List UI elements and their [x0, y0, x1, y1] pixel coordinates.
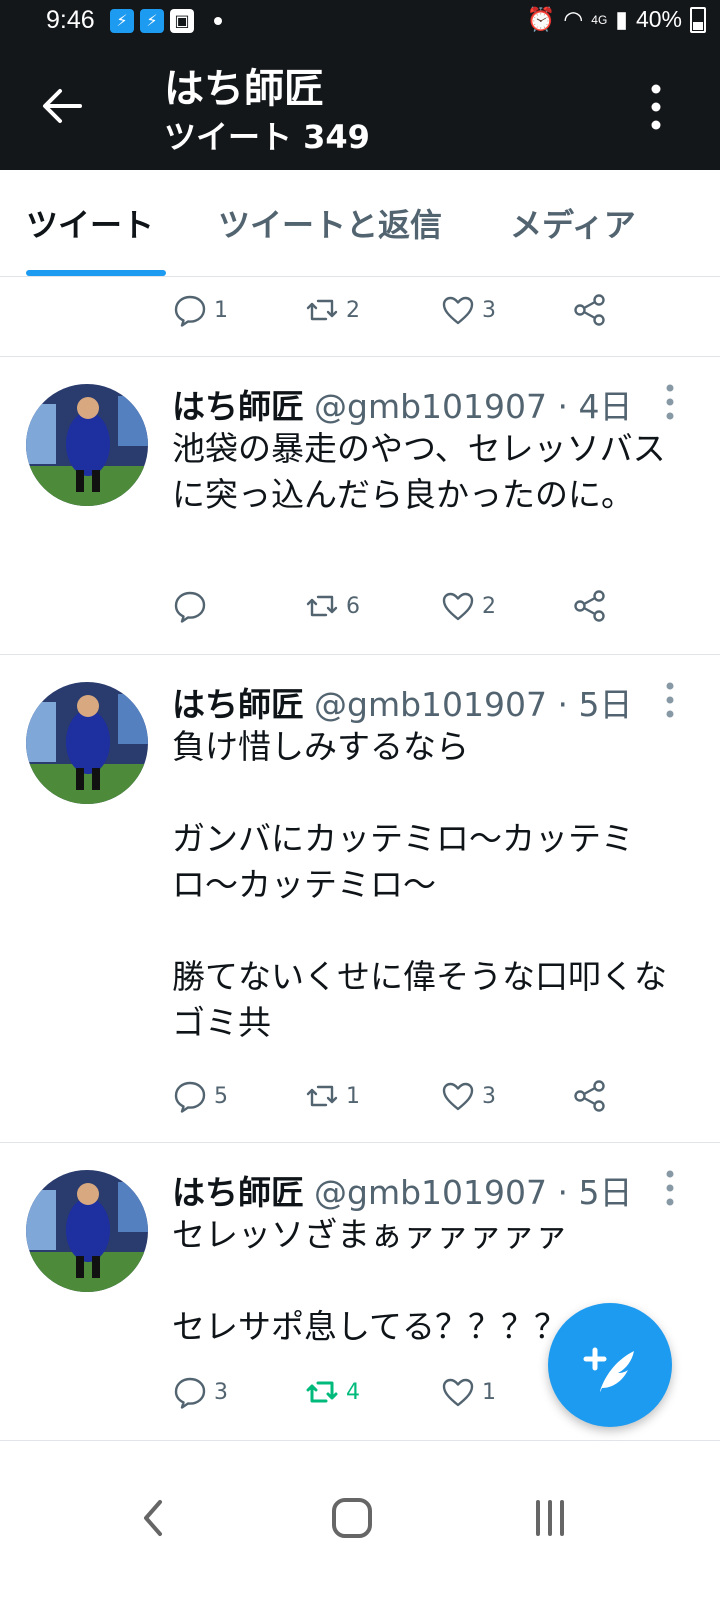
- retweet-icon: [306, 1085, 338, 1107]
- compose-tweet-button[interactable]: [548, 1303, 672, 1427]
- tweet-header: はち師匠 @gmb101907 · 5日: [172, 678, 632, 726]
- share-button[interactable]: [572, 1078, 608, 1114]
- heart-icon: [442, 1082, 474, 1111]
- reply-count: 1: [214, 297, 228, 323]
- retweet-icon: [306, 595, 338, 617]
- tweet-more-icon[interactable]: [664, 1168, 676, 1208]
- retweet-icon: [306, 299, 338, 321]
- compose-feather-icon: [583, 1347, 634, 1392]
- tweet-handle-time: @gmb101907 · 5日: [314, 685, 633, 724]
- tweet-author-name[interactable]: はち師匠: [172, 685, 304, 724]
- heart-icon: [442, 296, 474, 325]
- status-bar: 9:46 ⚡ ⚡ ▣ ⏰ ◠ 4G ▮ 40%: [0, 0, 720, 44]
- like-count: 3: [482, 297, 496, 323]
- nav-recents-icon[interactable]: [520, 1488, 580, 1548]
- reply-button[interactable]: 1: [172, 292, 228, 328]
- retweet-icon: [306, 1381, 338, 1403]
- divider: [0, 1440, 720, 1441]
- bolt-icon: ⚡: [140, 9, 164, 33]
- retweet-count: 2: [346, 297, 360, 323]
- divider: [0, 1142, 720, 1143]
- share-button[interactable]: [572, 292, 608, 328]
- retweet-count: 6: [346, 593, 360, 619]
- avatar[interactable]: [26, 682, 148, 804]
- reply-icon: [174, 1377, 206, 1409]
- heart-icon: [442, 592, 474, 621]
- tweet-header: はち師匠 @gmb101907 · 5日: [172, 1166, 632, 1214]
- tweet-text: 負け惜しみするなら ガンバにカッテミロ〜カッテミロ〜カッテミロ〜 勝てないくせに…: [172, 727, 667, 1042]
- like-button[interactable]: 3: [440, 292, 496, 328]
- battery-icon: [690, 6, 706, 33]
- more-notifications-dot: [214, 17, 222, 25]
- tweet-header: はち師匠 @gmb101907 · 4日: [172, 380, 632, 428]
- nav-home-icon[interactable]: [322, 1488, 382, 1548]
- tweet-author-name[interactable]: はち師匠: [172, 1173, 304, 1212]
- reply-icon: [174, 591, 206, 623]
- retweet-button[interactable]: 4: [304, 1374, 360, 1410]
- tweet-more-icon[interactable]: [664, 382, 676, 422]
- share-icon: [574, 294, 605, 326]
- nav-back-icon[interactable]: [124, 1488, 184, 1548]
- retweet-button[interactable]: 6: [304, 588, 360, 624]
- like-count: 1: [482, 1379, 496, 1405]
- like-button[interactable]: 1: [440, 1374, 496, 1410]
- alarm-icon: ⏰: [526, 6, 556, 32]
- tab-tweets[interactable]: ツイート: [26, 200, 154, 246]
- like-button[interactable]: 3: [440, 1078, 496, 1114]
- image-icon: ▣: [170, 9, 194, 33]
- tweet-handle-time: @gmb101907 · 4日: [314, 387, 633, 426]
- retweet-count: 4: [346, 1379, 360, 1405]
- like-count: 2: [482, 593, 496, 619]
- profile-header: はち師匠 ツイート 349: [0, 44, 720, 170]
- reply-count: 3: [214, 1379, 228, 1405]
- tweet-count: ツイート 349: [164, 118, 370, 156]
- system-nav-bar: [0, 1450, 720, 1600]
- tweet-author-name[interactable]: はち師匠: [172, 387, 304, 426]
- notification-icons: ⚡ ⚡ ▣: [110, 9, 222, 33]
- tweet-actions: 6 2: [0, 580, 720, 640]
- tweet-actions: 1 2 3: [0, 284, 720, 344]
- share-icon: [574, 1080, 605, 1112]
- reply-icon: [174, 1081, 206, 1113]
- profile-tabs: ツイート ツイートと返信 メディア: [0, 170, 720, 277]
- retweet-count: 1: [346, 1083, 360, 1109]
- avatar[interactable]: [26, 384, 148, 506]
- share-icon: [574, 590, 605, 622]
- reply-button[interactable]: 3: [172, 1374, 228, 1410]
- tab-tweets-and-replies[interactable]: ツイートと返信: [218, 200, 442, 246]
- signal-icon: ▮: [615, 6, 628, 32]
- network-type: 4G: [591, 12, 608, 27]
- back-arrow-icon[interactable]: [40, 84, 84, 128]
- status-indicators: ⏰ ◠ 4G ▮ 40%: [527, 6, 706, 33]
- reply-count: 5: [214, 1083, 228, 1109]
- bolt-icon: ⚡: [110, 9, 134, 33]
- tweet-handle-time: @gmb101907 · 5日: [314, 1173, 633, 1212]
- avatar[interactable]: [26, 1170, 148, 1292]
- tweet-actions: 5 1 3: [0, 1070, 720, 1130]
- more-options-icon[interactable]: [646, 82, 666, 132]
- battery-level: 40%: [635, 6, 682, 32]
- tab-media[interactable]: メディア: [510, 200, 636, 246]
- divider: [0, 654, 720, 655]
- tweet-more-icon[interactable]: [664, 680, 676, 720]
- active-tab-indicator: [26, 270, 166, 276]
- reply-icon: [174, 295, 206, 327]
- retweet-button[interactable]: 1: [304, 1078, 360, 1114]
- like-count: 3: [482, 1083, 496, 1109]
- reply-button[interactable]: [172, 588, 214, 624]
- profile-name: はち師匠: [164, 66, 324, 112]
- wifi-icon: ◠: [563, 6, 584, 32]
- status-time: 9:46: [46, 6, 95, 34]
- retweet-button[interactable]: 2: [304, 292, 360, 328]
- share-button[interactable]: [572, 588, 608, 624]
- heart-icon: [442, 1378, 474, 1407]
- reply-button[interactable]: 5: [172, 1078, 228, 1114]
- divider: [0, 356, 720, 357]
- like-button[interactable]: 2: [440, 588, 496, 624]
- tweet-text: 池袋の暴走のやつ、セレッソバスに突っ込んだら良かったのに。: [172, 429, 666, 514]
